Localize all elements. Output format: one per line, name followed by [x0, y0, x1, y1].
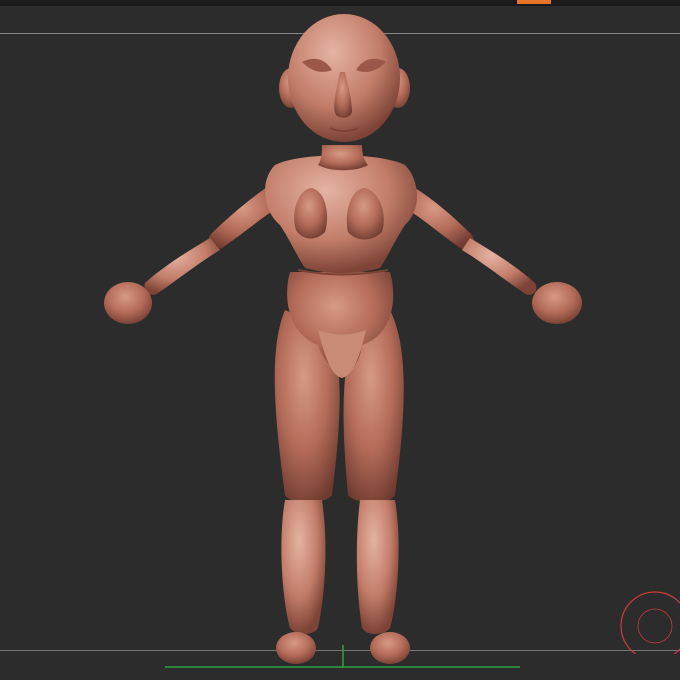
head — [279, 14, 410, 142]
neck — [318, 145, 368, 171]
sculpt-model[interactable] — [0, 0, 680, 680]
right-arm — [400, 185, 582, 324]
rotate-circle-icon[interactable] — [620, 584, 680, 654]
left-arm — [104, 185, 282, 324]
3d-viewport[interactable] — [0, 0, 680, 680]
torso — [264, 155, 418, 274]
